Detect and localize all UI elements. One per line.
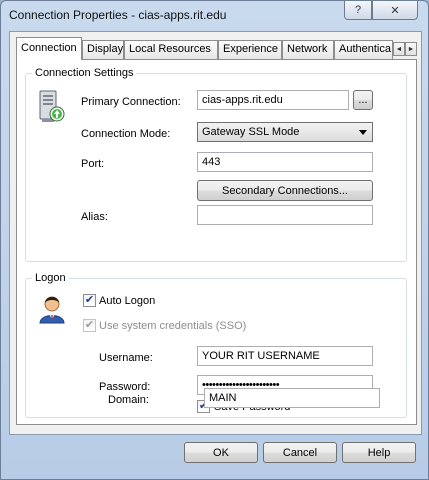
checkmark-icon: ✔ — [84, 294, 95, 306]
dialog-body: Connection Display Local Resources Exper… — [9, 31, 422, 435]
checkmark-icon: ✔ — [84, 319, 95, 331]
ok-button[interactable]: OK — [184, 442, 258, 463]
tab-display[interactable]: Display — [82, 40, 124, 59]
port-input[interactable]: 443 — [197, 152, 373, 172]
tab-experience[interactable]: Experience — [218, 40, 282, 59]
primary-connection-label: Primary Connection: — [81, 96, 181, 108]
primary-connection-input[interactable]: cias-apps.rit.edu — [197, 90, 349, 110]
username-input[interactable]: YOUR RIT USERNAME — [197, 346, 373, 366]
tab-scroll-right-icon[interactable]: ► — [405, 42, 417, 56]
password-label: Password: — [99, 381, 151, 393]
connection-mode-value: Gateway SSL Mode — [202, 126, 300, 138]
user-icon — [37, 292, 67, 324]
chevron-down-icon — [359, 130, 367, 135]
auto-logon-checkbox[interactable]: ✔ — [83, 294, 96, 307]
question-mark-icon: ? — [354, 4, 362, 16]
close-button[interactable]: ✕ — [372, 1, 418, 20]
cancel-button[interactable]: Cancel — [263, 442, 337, 463]
alias-label: Alias: — [81, 211, 108, 223]
title-bar[interactable]: Connection Properties - cias-apps.rit.ed… — [1, 1, 428, 31]
server-upload-icon — [36, 89, 68, 125]
tab-network[interactable]: Network — [282, 40, 334, 59]
tab-strip: Connection Display Local Resources Exper… — [16, 37, 417, 60]
tab-authentication[interactable]: Authentica — [334, 40, 393, 59]
username-label: Username: — [99, 352, 153, 364]
connection-mode-label: Connection Mode: — [81, 128, 171, 140]
alias-input[interactable] — [197, 205, 373, 225]
window-title: Connection Properties - cias-apps.rit.ed… — [9, 8, 227, 22]
help-title-button[interactable]: ? — [344, 1, 372, 20]
help-button[interactable]: Help — [342, 442, 416, 463]
logon-title: Logon — [32, 271, 69, 285]
tab-local-resources[interactable]: Local Resources — [124, 40, 218, 59]
tab-scroll-left-icon[interactable]: ◄ — [393, 42, 405, 56]
connection-properties-dialog: Connection Properties - cias-apps.rit.ed… — [0, 0, 429, 480]
domain-label: Domain: — [108, 394, 149, 406]
connection-settings-title: Connection Settings — [32, 66, 137, 80]
auto-logon-label: Auto Logon — [99, 295, 156, 307]
sso-checkbox[interactable]: ✔ — [83, 319, 96, 332]
tab-connection[interactable]: Connection — [16, 37, 82, 60]
close-icon: ✕ — [390, 4, 400, 17]
connection-mode-select[interactable]: Gateway SSL Mode — [197, 122, 373, 142]
domain-input[interactable]: MAIN — [204, 388, 380, 408]
secondary-connections-button[interactable]: Secondary Connections... — [197, 180, 373, 201]
browse-button[interactable]: ... — [353, 90, 373, 110]
sso-label: Use system credentials (SSO) — [99, 320, 247, 332]
port-label: Port: — [81, 158, 105, 170]
connection-tab-panel: Connection Settings Primary Connection: — [16, 59, 417, 425]
connection-settings-group: Connection Settings Primary Connection: — [25, 66, 407, 262]
